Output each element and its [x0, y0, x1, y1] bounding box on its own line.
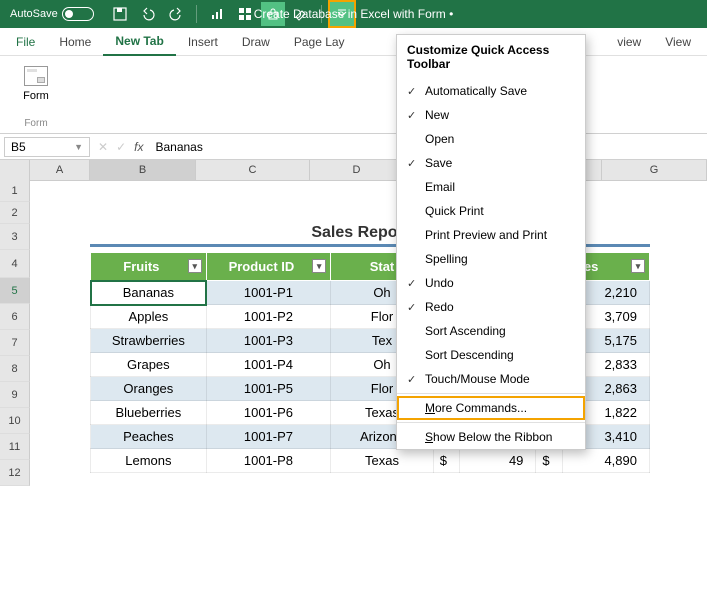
row-header-12[interactable]: 12: [0, 460, 30, 486]
tab-view-partial[interactable]: view: [605, 28, 653, 56]
tab-view[interactable]: View: [653, 28, 703, 56]
chart-icon[interactable]: [205, 2, 229, 26]
th-fruits[interactable]: Fruits▾: [91, 253, 207, 281]
menu-item-save[interactable]: Save: [397, 151, 585, 175]
row-header-2[interactable]: 2: [0, 202, 30, 224]
form-icon: [24, 66, 48, 86]
ribbon-group-form: Form Form: [8, 60, 64, 129]
autosave-label: AutoSave: [10, 8, 58, 20]
table-row: Lemons1001-P8Texas$49$4,890: [91, 449, 650, 473]
cell-stat[interactable]: Texas: [331, 449, 434, 473]
tab-draw[interactable]: Draw: [230, 28, 282, 56]
cell-value[interactable]: 4,890: [562, 449, 649, 473]
row-header-4[interactable]: 4: [0, 250, 30, 278]
cell-fruit[interactable]: Grapes: [91, 353, 207, 377]
undo-icon[interactable]: [136, 2, 160, 26]
cell-pid[interactable]: 1001-P8: [206, 449, 330, 473]
cell-pid[interactable]: 1001-P6: [206, 401, 330, 425]
row-header-1[interactable]: 1: [0, 180, 30, 202]
col-header-c[interactable]: C: [196, 160, 310, 180]
save-icon[interactable]: [108, 2, 132, 26]
row-header-6[interactable]: 6: [0, 304, 30, 330]
cell-pid[interactable]: 1001-P4: [206, 353, 330, 377]
row-header-5[interactable]: 5: [0, 278, 30, 304]
filter-icon[interactable]: ▾: [631, 259, 645, 273]
fx-icon[interactable]: fx: [134, 140, 143, 154]
row-header-9[interactable]: 9: [0, 382, 30, 408]
row-headers: 1 2 3 4 5 6 7 8 9 10 11 12: [0, 180, 30, 486]
document-title: Create Database in Excel with Form •: [254, 7, 454, 21]
row-header-10[interactable]: 10: [0, 408, 30, 434]
cell-fruit[interactable]: Peaches: [91, 425, 207, 449]
menu-show-below[interactable]: Show Below the Ribbon: [397, 425, 585, 449]
filter-icon[interactable]: ▾: [312, 259, 326, 273]
form-button[interactable]: Form: [16, 60, 56, 108]
ribbon-tabs: File Home New Tab Insert Draw Page Lay v…: [0, 28, 707, 56]
menu-item-open[interactable]: Open: [397, 127, 585, 151]
tab-newtab[interactable]: New Tab: [103, 28, 175, 56]
cell-fruit[interactable]: Bananas: [91, 281, 207, 305]
col-header-d[interactable]: D: [310, 160, 404, 180]
col-header-g[interactable]: G: [602, 160, 707, 180]
cell-pid[interactable]: 1001-P7: [206, 425, 330, 449]
menu-item-undo[interactable]: Undo: [397, 271, 585, 295]
menu-item-new[interactable]: New: [397, 103, 585, 127]
cell-fruit[interactable]: Apples: [91, 305, 207, 329]
cell-pid[interactable]: 1001-P5: [206, 377, 330, 401]
autosave[interactable]: AutoSave: [4, 7, 100, 21]
formula-bar: B5 ▼ ✕ ✓ fx Bananas: [0, 134, 707, 160]
customize-qat-menu: Customize Quick Access Toolbar Automatic…: [396, 34, 586, 450]
col-header-a[interactable]: A: [30, 160, 90, 180]
menu-item-touch/mouse-mode[interactable]: Touch/Mouse Mode: [397, 367, 585, 391]
titlebar: AutoSave Create Database in Excel with F…: [0, 0, 707, 28]
spreadsheet-grid: A B C D E F G 1 2 3 4 5 6 7 8 9 10 11 12…: [0, 160, 707, 181]
column-headers: A B C D E F G: [0, 160, 707, 181]
tab-pagelayout[interactable]: Page Lay: [282, 28, 357, 56]
menu-more-commands[interactable]: More Commands...: [397, 396, 585, 420]
tab-file[interactable]: File: [4, 28, 47, 56]
redo-icon[interactable]: [164, 2, 188, 26]
tab-home[interactable]: Home: [47, 28, 103, 56]
cell-pid[interactable]: 1001-P3: [206, 329, 330, 353]
chevron-down-icon[interactable]: ▼: [74, 142, 83, 152]
cell-fruit[interactable]: Lemons: [91, 449, 207, 473]
menu-separator: [397, 422, 585, 423]
cell-fruit[interactable]: Oranges: [91, 377, 207, 401]
name-box[interactable]: B5 ▼: [4, 137, 90, 157]
ribbon: Form Form: [0, 56, 707, 134]
menu-title: Customize Quick Access Toolbar: [397, 35, 585, 79]
menu-item-automatically-save[interactable]: Automatically Save: [397, 79, 585, 103]
ribbon-group-label: Form: [24, 118, 47, 129]
cell-pid[interactable]: 1001-P1: [206, 281, 330, 305]
menu-item-quick-print[interactable]: Quick Print: [397, 199, 585, 223]
cell-amount[interactable]: 49: [460, 449, 536, 473]
autosave-toggle[interactable]: [62, 7, 94, 21]
filter-icon[interactable]: ▾: [188, 259, 202, 273]
menu-item-email[interactable]: Email: [397, 175, 585, 199]
form-button-label: Form: [23, 90, 49, 102]
menu-item-spelling[interactable]: Spelling: [397, 247, 585, 271]
row-header-3[interactable]: 3: [0, 224, 30, 250]
menu-item-print-preview-and-print[interactable]: Print Preview and Print: [397, 223, 585, 247]
menu-item-sort-descending[interactable]: Sort Descending: [397, 343, 585, 367]
select-all-corner[interactable]: [0, 160, 30, 180]
menu-item-redo[interactable]: Redo: [397, 295, 585, 319]
formula-buttons: ✕ ✓ fx: [94, 140, 147, 154]
row-header-7[interactable]: 7: [0, 330, 30, 356]
accept-formula-icon[interactable]: ✓: [116, 140, 126, 154]
tab-insert[interactable]: Insert: [176, 28, 230, 56]
cell-currency[interactable]: $: [433, 449, 459, 473]
menu-item-sort-ascending[interactable]: Sort Ascending: [397, 319, 585, 343]
menu-separator: [397, 393, 585, 394]
col-header-b[interactable]: B: [90, 160, 196, 180]
cell-pid[interactable]: 1001-P2: [206, 305, 330, 329]
cell-fruit[interactable]: Strawberries: [91, 329, 207, 353]
cancel-formula-icon[interactable]: ✕: [98, 140, 108, 154]
cell-currency2[interactable]: $: [536, 449, 562, 473]
name-box-value: B5: [11, 140, 26, 154]
row-header-8[interactable]: 8: [0, 356, 30, 382]
th-product-id[interactable]: Product ID▾: [206, 253, 330, 281]
cell-fruit[interactable]: Blueberries: [91, 401, 207, 425]
row-header-11[interactable]: 11: [0, 434, 30, 460]
